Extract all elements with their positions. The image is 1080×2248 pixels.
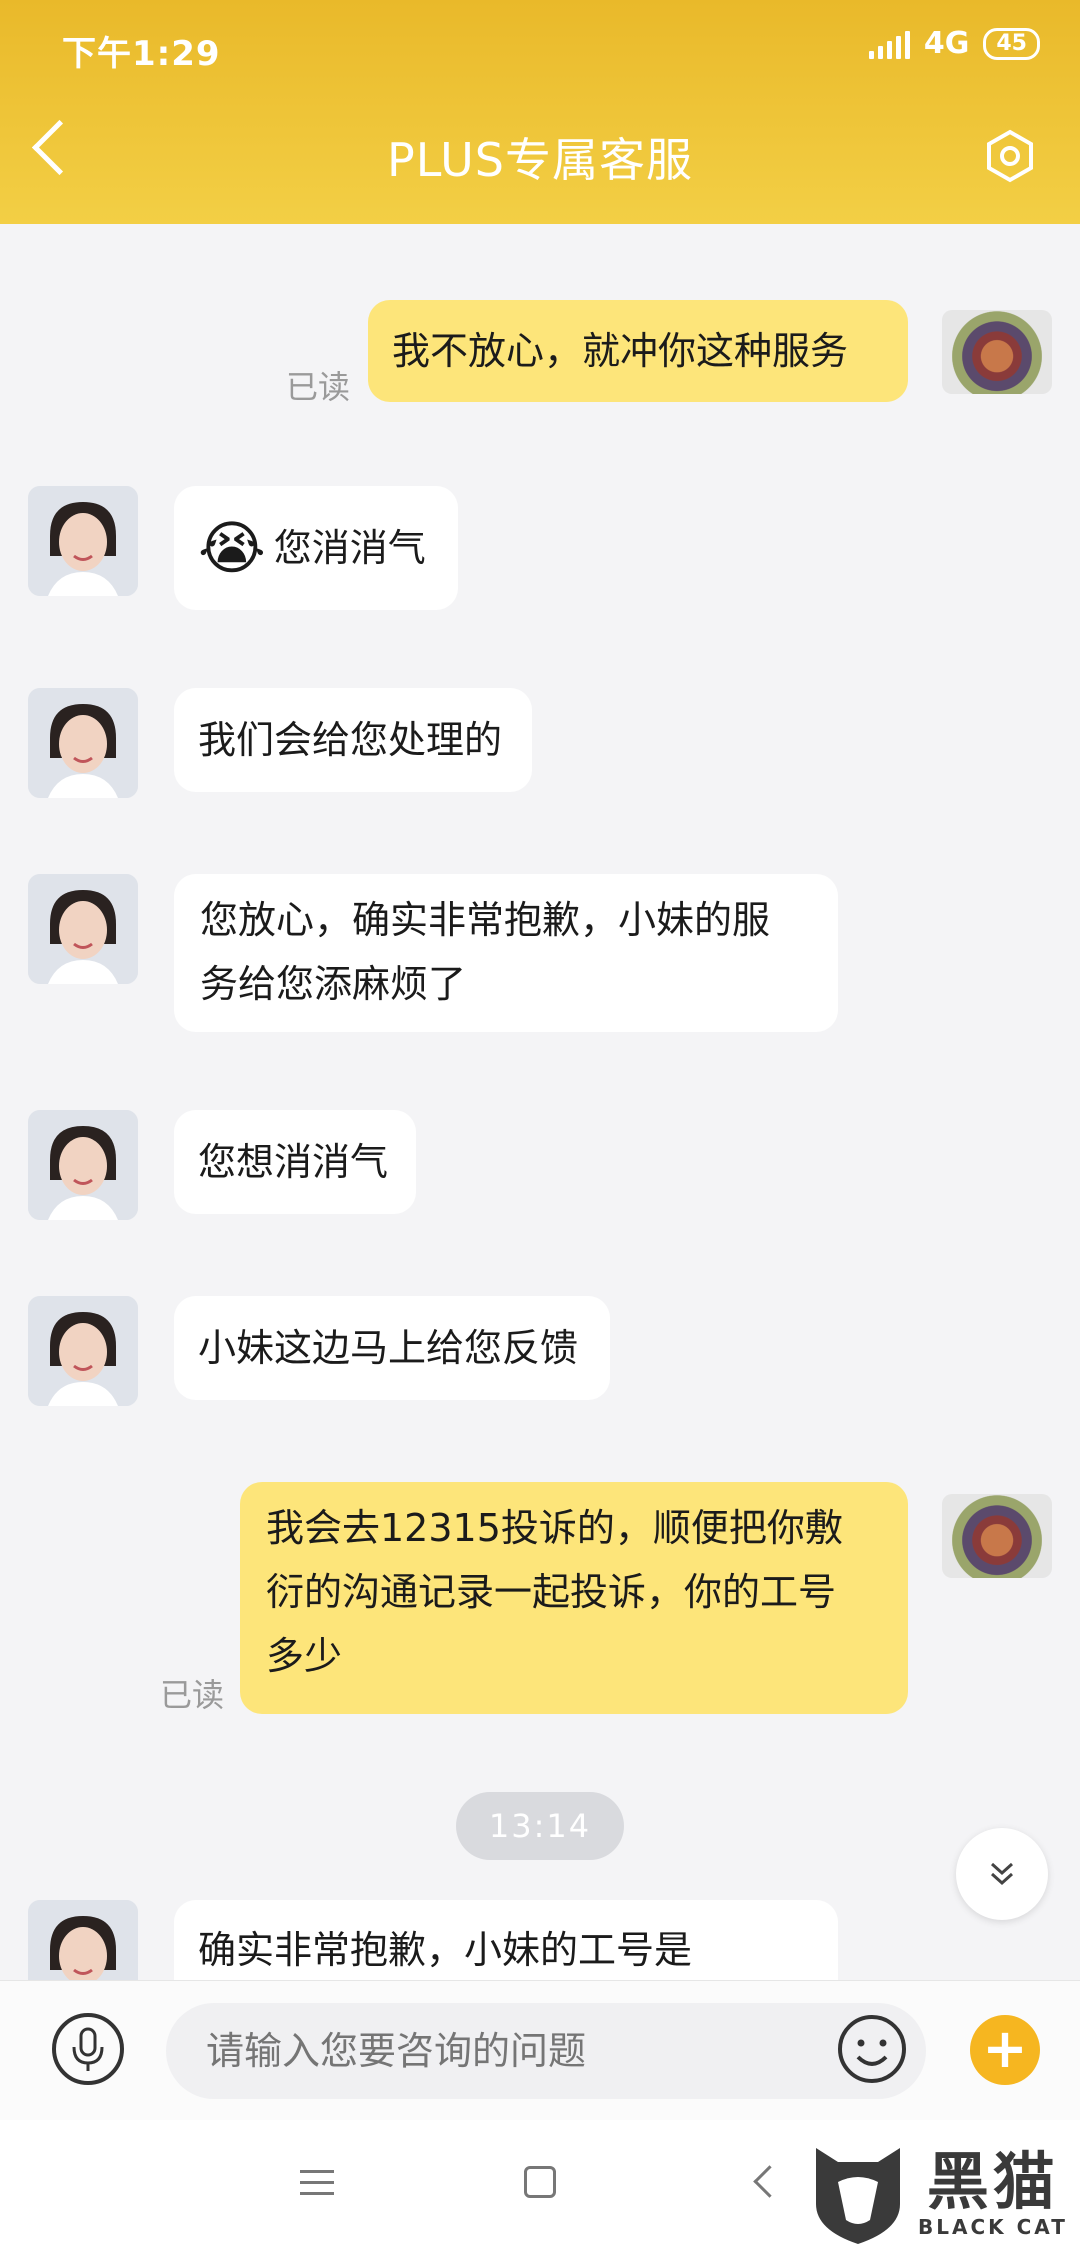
- network-type: 4G: [923, 26, 970, 61]
- message-line: 务给您添麻烦了: [200, 962, 467, 1006]
- message-line: 多少: [266, 1634, 343, 1678]
- user-avatar[interactable]: [942, 1494, 1052, 1578]
- settings-icon[interactable]: [982, 128, 1038, 184]
- voice-input-button[interactable]: [52, 2013, 124, 2085]
- agent-message-bubble[interactable]: 您想消消气: [174, 1110, 416, 1214]
- message-input[interactable]: [166, 2003, 926, 2099]
- agent-message-bubble[interactable]: 😭 您消消气: [174, 486, 458, 610]
- agent-avatar[interactable]: [28, 688, 138, 798]
- crying-emoji-icon: 😭: [198, 514, 266, 582]
- agent-avatar[interactable]: [28, 1296, 138, 1406]
- agent-avatar[interactable]: [28, 1110, 138, 1220]
- message-line: 衍的沟通记录一起投诉，你的工号: [266, 1570, 837, 1614]
- plus-icon: +: [982, 2017, 1028, 2080]
- agent-avatar-image: [28, 1900, 138, 1980]
- agent-avatar-image: [28, 688, 138, 798]
- user-message-bubble[interactable]: 我不放心，就冲你这种服务: [368, 300, 908, 402]
- status-indicators: 4G 45: [868, 26, 1040, 61]
- status-time: 下午1:29: [62, 34, 221, 74]
- system-back-button[interactable]: [753, 2165, 786, 2198]
- page-title: PLUS专属客服: [387, 133, 693, 187]
- message-line: 我会去12315投诉的，顺便把你敷: [266, 1506, 843, 1550]
- scroll-to-bottom-button[interactable]: [956, 1828, 1048, 1920]
- emoji-icon[interactable]: [836, 2013, 908, 2085]
- microphone-icon: [72, 2027, 104, 2071]
- agent-message-bubble[interactable]: 确实非常抱歉，小妹的工号是: [174, 1900, 838, 1980]
- app-header: 下午1:29 4G 45 PLUS专属客服: [0, 0, 1080, 224]
- recent-apps-button[interactable]: [300, 2170, 334, 2203]
- more-options-button[interactable]: +: [970, 2015, 1040, 2085]
- blackcat-watermark: 黑猫 BLACK CAT: [808, 2140, 1078, 2248]
- cat-shield-logo-icon: [816, 2148, 900, 2244]
- signal-icon: [868, 29, 910, 59]
- chat-area[interactable]: 已读 我不放心，就冲你这种服务 😭 您消消气 我们会给您处理的 您放心，确实非常…: [0, 224, 1080, 1980]
- agent-avatar-image: [28, 486, 138, 596]
- agent-avatar-image: [28, 874, 138, 984]
- battery-icon: 45: [983, 27, 1040, 60]
- double-chevron-down-icon: [990, 1862, 1014, 1886]
- agent-message-bubble[interactable]: 小妹这边马上给您反馈: [174, 1296, 610, 1400]
- input-bar: +: [0, 1980, 1080, 2121]
- read-receipt: 已读: [160, 1676, 225, 1714]
- message-text: 您消消气: [273, 526, 426, 570]
- agent-avatar[interactable]: [28, 486, 138, 596]
- agent-message-bubble[interactable]: 您放心，确实非常抱歉，小妹的服 务给您添麻烦了: [174, 874, 838, 1032]
- watermark-english: BLACK CAT: [918, 2215, 1068, 2239]
- message-line: 您放心，确实非常抱歉，小妹的服: [200, 898, 771, 942]
- agent-avatar[interactable]: [28, 874, 138, 984]
- watermark-text: 黑猫 BLACK CAT: [918, 2145, 1068, 2240]
- user-message-bubble[interactable]: 我会去12315投诉的，顺便把你敷 衍的沟通记录一起投诉，你的工号 多少: [240, 1482, 908, 1714]
- read-receipt: 已读: [286, 368, 351, 406]
- home-button[interactable]: [524, 2166, 556, 2198]
- agent-avatar-image: [28, 1296, 138, 1406]
- agent-avatar[interactable]: [28, 1900, 138, 1980]
- user-avatar[interactable]: [942, 310, 1052, 394]
- time-divider: 13:14: [456, 1792, 624, 1860]
- agent-message-bubble[interactable]: 我们会给您处理的: [174, 688, 532, 792]
- agent-avatar-image: [28, 1110, 138, 1220]
- watermark-chinese: 黑猫: [926, 2145, 1059, 2218]
